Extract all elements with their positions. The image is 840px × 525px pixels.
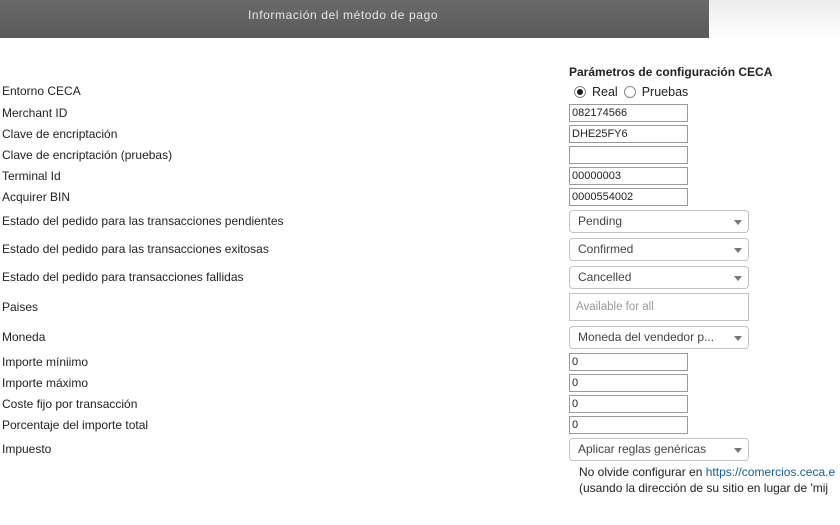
radio-real-label[interactable]: Real [592,85,618,99]
chevron-down-icon [734,276,742,281]
acquirer-label: Acquirer BIN [2,190,71,204]
clave-label: Clave de encriptación [2,127,118,141]
acquirer-input[interactable]: 0000554002 [569,188,688,206]
panel-title: Información del método de pago [248,8,439,22]
estado-pendientes-value: Pending [578,214,623,228]
ceca-link[interactable]: https://comercios.ceca.e [706,465,835,479]
clave-input[interactable]: DHE25FY6 [569,125,688,143]
clave-pruebas-label: Clave de encriptación (pruebas) [2,148,173,162]
chevron-down-icon [734,248,742,253]
estado-fallidas-value: Cancelled [578,270,632,284]
note-prefix: No olvide configurar en [579,465,706,479]
impuesto-label: Impuesto [2,442,52,456]
terminal-label: Terminal Id [2,169,61,183]
porcentaje-input[interactable]: 0 [569,416,688,434]
coste-fijo-input[interactable]: 0 [569,395,688,413]
moneda-value: Moneda del vendedor p... [578,330,715,344]
entorno-label: Entorno CECA [2,84,81,98]
importe-max-label: Importe máximo [2,376,89,390]
merchant-id-input[interactable]: 082174566 [569,104,688,122]
panel-header: Información del método de pago [0,0,709,38]
importe-min-label: Importe míniimo [2,355,89,369]
coste-fijo-label: Coste fijo por transacción [2,397,138,411]
paises-multiselect[interactable]: Available for all [569,293,749,321]
entorno-radio-group: Real Pruebas [574,85,694,99]
config-note-line1: No olvide configurar en https://comercio… [579,465,835,479]
estado-fallidas-select[interactable]: Cancelled [569,266,749,289]
estado-pendientes-label: Estado del pedido para las transacciones… [2,214,284,228]
moneda-select[interactable]: Moneda del vendedor p... [569,326,749,349]
estado-exitosas-label: Estado del pedido para las transacciones… [2,242,269,256]
clave-pruebas-input[interactable] [569,146,688,164]
estado-pendientes-select[interactable]: Pending [569,210,749,233]
section-title: Parámetros de configuración CECA [569,65,773,79]
moneda-label: Moneda [2,330,46,344]
radio-pruebas[interactable] [623,86,636,98]
estado-fallidas-label: Estado del pedido para transacciones fal… [2,270,244,284]
chevron-down-icon [734,220,742,225]
impuesto-value: Aplicar reglas genéricas [578,442,707,456]
porcentaje-label: Porcentaje del importe total [2,418,149,432]
estado-exitosas-select[interactable]: Confirmed [569,238,749,261]
config-note-line2: (usando la dirección de su sitio en luga… [579,481,829,495]
radio-real[interactable] [574,86,586,98]
chevron-down-icon [734,336,742,341]
merchant-id-label: Merchant ID [2,106,68,120]
terminal-input[interactable]: 00000003 [569,167,688,185]
importe-min-input[interactable]: 0 [569,353,688,371]
chevron-down-icon [734,448,742,453]
estado-exitosas-value: Confirmed [578,242,634,256]
paises-label: Paises [2,300,39,314]
impuesto-select[interactable]: Aplicar reglas genéricas [569,438,749,461]
importe-max-input[interactable]: 0 [569,374,688,392]
header-right-area [709,0,840,38]
radio-pruebas-label[interactable]: Pruebas [642,85,689,99]
